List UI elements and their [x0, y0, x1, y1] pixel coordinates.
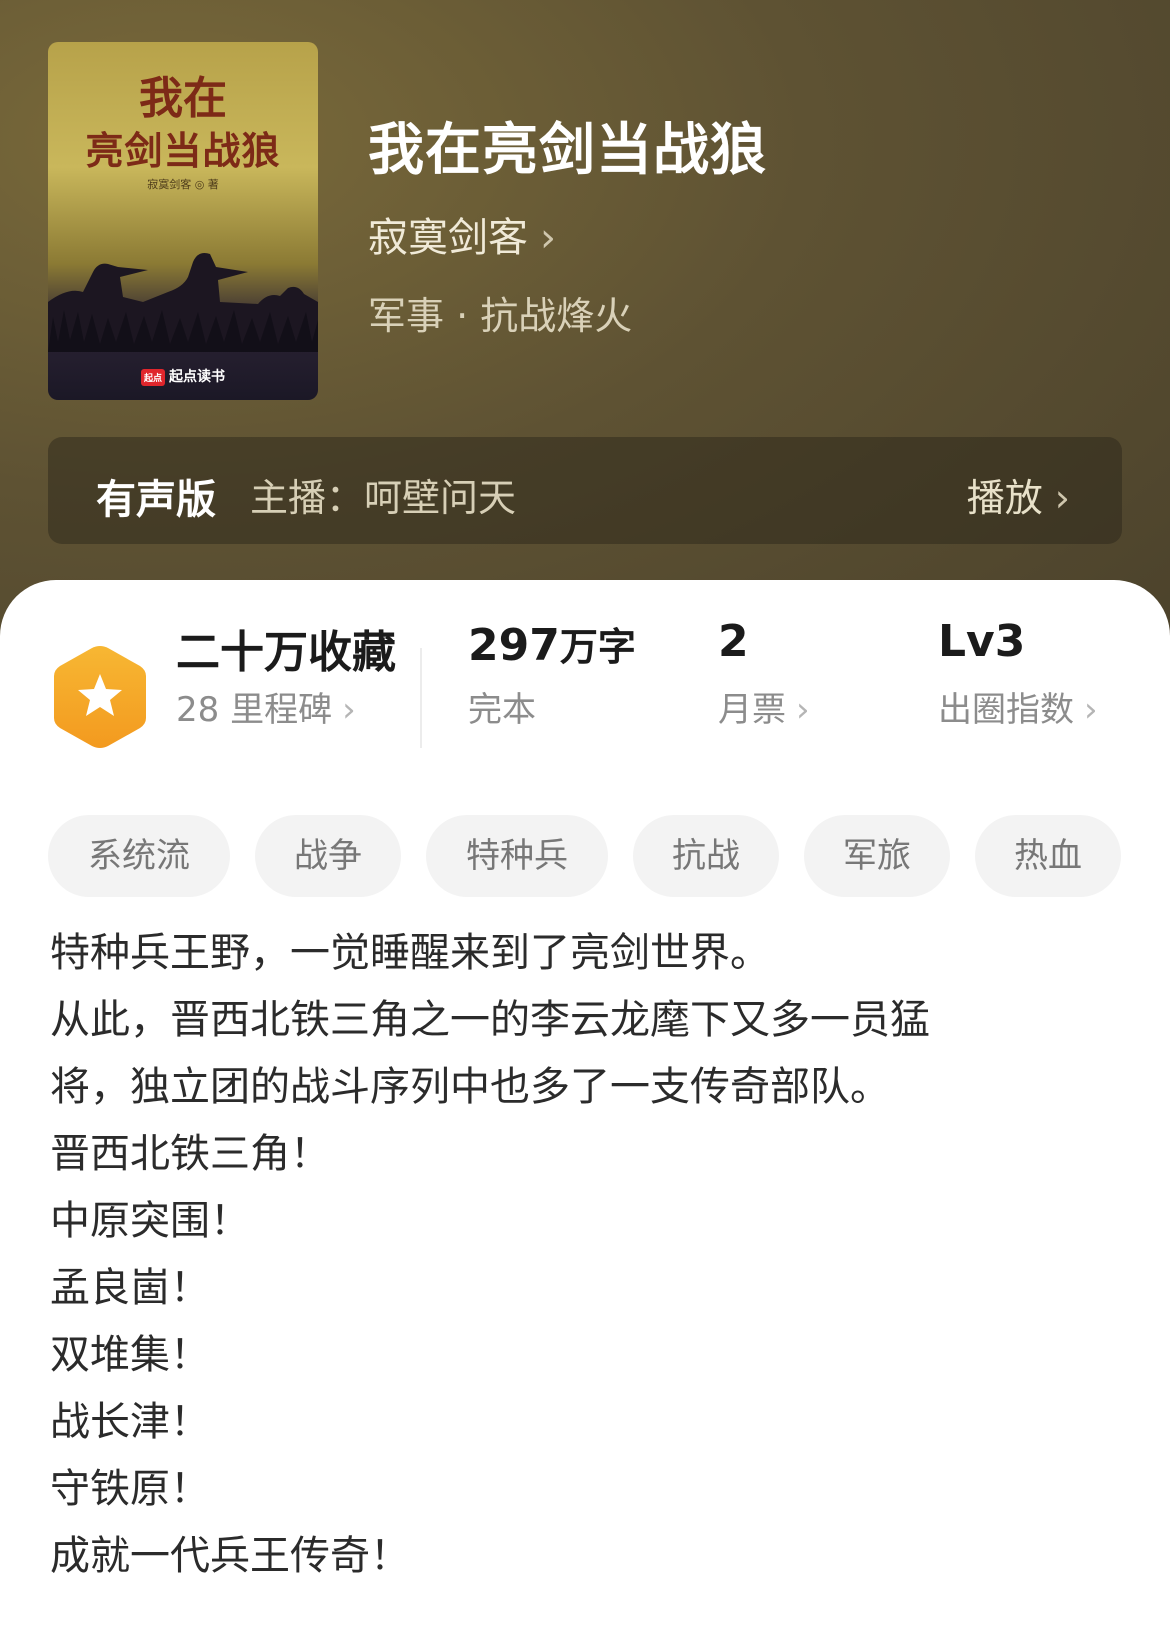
description-line: 特种兵王野，一觉睡醒来到了亮剑世界。: [50, 930, 770, 976]
description-line: 孟良崮！: [50, 1265, 210, 1311]
description-line: 从此，晋西北铁三角之一的李云龙麾下又多一员猛: [50, 997, 930, 1043]
author-name: 寂寞剑客: [368, 215, 528, 261]
description-line: 晋西北铁三角！: [50, 1131, 330, 1177]
tag-list: 系统流 战争 特种兵 抗战 军旅 热血: [48, 815, 1122, 897]
tag-chip[interactable]: 抗战: [633, 815, 779, 897]
tag-chip[interactable]: 特种兵: [426, 815, 608, 897]
author-link[interactable]: 寂寞剑客 ›: [368, 205, 556, 263]
book-description[interactable]: 特种兵王野，一觉睡醒来到了亮剑世界。 从此，晋西北铁三角之一的李云龙麾下又多一员…: [50, 920, 1110, 1590]
description-line: 将，独立团的战斗序列中也多了一支传奇部队。: [50, 1064, 890, 1110]
chevron-right-icon: ›: [342, 690, 356, 730]
publisher-logo: 起点 起点读书: [48, 366, 318, 386]
book-title: 我在亮剑当战狼: [368, 118, 767, 183]
monthly-ticket-label: 月票: [718, 690, 786, 730]
description-line: 战长津！: [50, 1399, 210, 1445]
cover-title-line1: 我在: [139, 73, 227, 124]
influence-link[interactable]: 出圈指数 ›: [938, 682, 1098, 731]
word-count: 297万字: [468, 616, 636, 671]
monthly-ticket-count: 2: [718, 616, 749, 667]
play-audio-button[interactable]: 播放 ›: [967, 467, 1070, 522]
chevron-right-icon: ›: [540, 215, 556, 261]
cover-author-line: 寂寞剑客 ◎ 著: [147, 178, 219, 191]
description-line: 守铁原！: [50, 1466, 210, 1512]
milestone-link[interactable]: 28 里程碑 ›: [176, 682, 356, 731]
milestone-label: 28 里程碑: [176, 690, 333, 730]
book-cover[interactable]: 我在 亮剑当战狼 寂寞剑客 ◎ 著 起点 起点读书: [48, 42, 318, 400]
soldiers-silhouette-art: [48, 253, 318, 352]
chevron-right-icon: ›: [1054, 476, 1070, 520]
description-line: 成就一代兵王传奇！: [50, 1533, 410, 1579]
monthly-ticket-link[interactable]: 月票 ›: [718, 682, 810, 731]
tag-chip[interactable]: 系统流: [48, 815, 230, 897]
publisher-mark-icon: 起点: [140, 368, 165, 386]
book-detail-card: 二十万收藏 28 里程碑 › 297万字 完本 2 月票 › Lv3 出圈指数 › 系…: [0, 580, 1170, 1634]
description-line: 双堆集！: [50, 1332, 210, 1378]
publisher-name: 起点读书: [169, 369, 225, 385]
audio-host: 主播：呵壁问天: [250, 476, 517, 520]
play-label: 播放: [966, 476, 1043, 520]
collect-count: 二十万收藏: [176, 627, 396, 678]
tag-chip[interactable]: 热血: [975, 815, 1121, 897]
cover-title-line2: 亮剑当战狼: [85, 128, 281, 173]
word-count-unit: 万字: [559, 625, 636, 669]
star-hexagon-icon: [54, 646, 146, 748]
description-line: 中原突围！: [50, 1198, 250, 1244]
word-count-value: 297: [468, 620, 560, 671]
influence-label: 出圈指数: [938, 690, 1074, 730]
chevron-right-icon: ›: [1084, 690, 1098, 730]
book-category: 军事 · 抗战烽火: [368, 294, 633, 338]
completion-status: 完本: [468, 690, 536, 730]
tag-chip[interactable]: 战争: [255, 815, 401, 897]
influence-level: Lv3: [938, 616, 1026, 667]
stat-divider: [420, 648, 422, 748]
audio-version-bar[interactable]: 有声版 主播：呵壁问天 播放 ›: [48, 437, 1122, 544]
audio-label: 有声版: [96, 477, 216, 523]
tag-chip[interactable]: 军旅: [804, 815, 950, 897]
chevron-right-icon: ›: [796, 690, 810, 730]
